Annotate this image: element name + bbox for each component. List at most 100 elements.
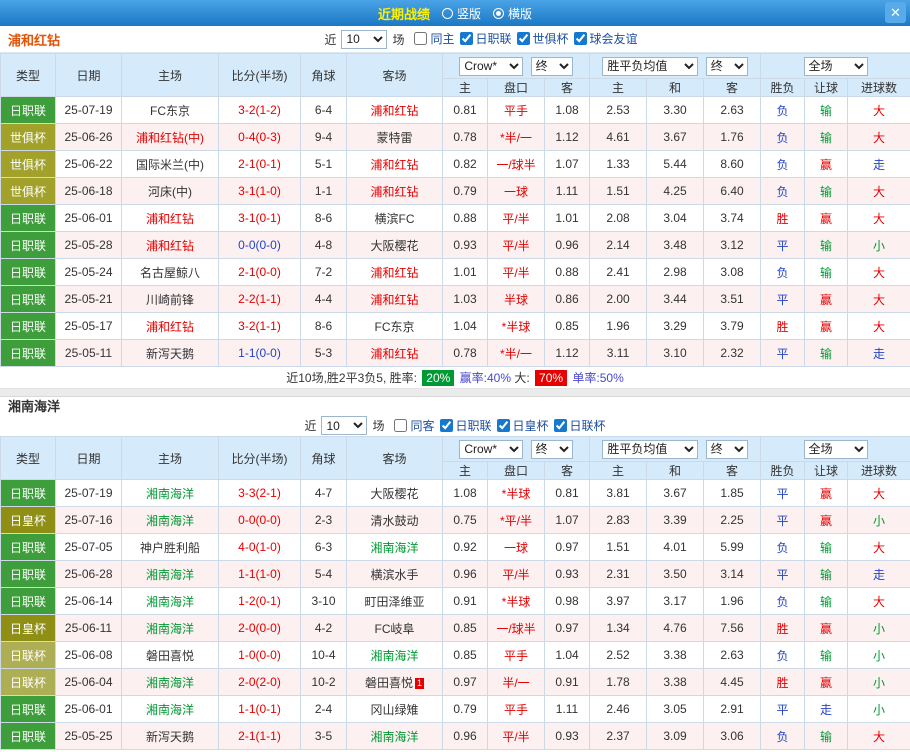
corners-cell: 4-7 <box>300 479 347 507</box>
match-row: 日职联 25-06-01 湘南海洋 1-1(0-1) 2-4 冈山绿雉 0.79 平手 1.11… <box>0 695 910 723</box>
checkbox-input[interactable] <box>573 32 587 45</box>
filter-checkbox[interactable]: 同主 <box>414 30 455 47</box>
match-date-cell: 25-06-08 <box>55 641 122 669</box>
filter-checkbox[interactable]: 同客 <box>394 417 435 434</box>
handicap-result-cell: 输 <box>804 587 849 615</box>
match-row: 日职联 25-05-25 新泻天鹅 2-1(1-1) 3-5 湘南海洋 0.96 平/半 0.9… <box>0 722 910 750</box>
match-scope-select[interactable]: 全场 <box>803 439 868 459</box>
score-cell: 3-2(1-1) <box>218 312 301 340</box>
col-score: 比分(半场) <box>218 53 301 97</box>
europe-home-odds-cell: 2.14 <box>589 231 648 259</box>
match-row: 日职联 25-07-19 FC东京 3-2(1-2) 6-4 浦和红钻 0.81 平手 1.08… <box>0 96 910 124</box>
filter-checkbox[interactable]: 日职联 <box>459 30 512 47</box>
asian-handicap-cell: 一球 <box>487 177 545 205</box>
asian-handicap-cell: 一/球半 <box>487 150 545 178</box>
europe-odds-type-select[interactable]: 胜平负均值 <box>602 439 699 459</box>
checkbox-input[interactable] <box>516 32 530 45</box>
filter-checkbox[interactable]: 球会友谊 <box>573 30 638 47</box>
result-cell: 负 <box>760 96 806 124</box>
europe-home-odds-cell: 4.61 <box>589 123 648 151</box>
europe-odds-time-select[interactable]: 终 <box>705 56 748 76</box>
games-label: 场 <box>372 419 385 433</box>
checkbox-label: 日皇杯 <box>512 418 549 433</box>
home-team-cell: 湘南海洋 <box>121 668 219 696</box>
europe-odds-group: 胜平负均值 终 <box>589 436 762 462</box>
dialog-title: 近期战绩 <box>377 6 430 22</box>
col-away: 客场 <box>346 436 443 480</box>
checkbox-input[interactable] <box>414 32 428 45</box>
asian-away-odds-cell: 0.85 <box>543 312 591 340</box>
home-team-cell: 湘南海洋 <box>121 695 219 723</box>
layout-radio-horizontal[interactable]: 横版 <box>493 5 532 22</box>
match-row: 日职联 25-06-14 湘南海洋 1-2(0-1) 3-10 町田泽维亚 0.91 *半球 0… <box>0 587 910 615</box>
away-team-cell: 浦和红钻 <box>346 258 443 286</box>
asian-home-odds-cell: 0.91 <box>442 587 488 615</box>
asian-handicap-cell: 一球 <box>487 533 545 561</box>
europe-home-odds-cell: 1.78 <box>589 668 648 696</box>
checkbox-input[interactable] <box>394 418 408 432</box>
asian-home-odds-cell: 0.88 <box>442 204 488 232</box>
match-date-cell: 25-06-22 <box>55 150 122 178</box>
europe-home-odds-cell: 1.51 <box>589 533 648 561</box>
handicap-result-cell: 赢 <box>804 614 849 642</box>
match-row: 世俱杯 25-06-26 浦和红钻(中) 0-4(0-3) 9-4 蒙特雷 0.78 *半/一… <box>0 123 910 151</box>
match-row: 日皇杯 25-06-11 湘南海洋 2-0(0-0) 4-2 FC岐阜 0.85 一/球半 0.… <box>0 614 910 642</box>
europe-away-odds-cell: 3.51 <box>703 285 762 313</box>
asian-home-odds-cell: 0.96 <box>442 722 488 750</box>
asian-away-odds-cell: 1.11 <box>543 695 591 723</box>
col-asian-handicap: 盘口 <box>487 78 545 97</box>
asian-handicap-cell: 平/半 <box>487 560 545 588</box>
bookmaker-select[interactable]: Crow* <box>459 56 524 76</box>
europe-home-odds-cell: 2.52 <box>589 641 648 669</box>
europe-odds-type-select[interactable]: 胜平负均值 <box>602 56 699 76</box>
checkbox-input[interactable] <box>459 32 473 45</box>
league-cell: 日联杯 <box>0 641 56 669</box>
match-count-select[interactable]: 10 <box>321 416 368 435</box>
asian-odds-time-select[interactable]: 终 <box>530 439 573 459</box>
checkbox-input[interactable] <box>496 418 510 432</box>
europe-draw-odds-cell: 3.48 <box>646 231 705 259</box>
asian-away-odds-cell: 0.93 <box>543 560 591 588</box>
col-corners: 角球 <box>300 53 347 97</box>
goals-result-cell: 小 <box>847 506 910 534</box>
filter-checkbox[interactable]: 日皇杯 <box>496 417 549 434</box>
filter-checkbox[interactable]: 世俱杯 <box>516 30 569 47</box>
handicap-result-cell: 输 <box>804 722 849 750</box>
col-europe-home: 主 <box>589 461 648 480</box>
europe-home-odds-cell: 2.83 <box>589 506 648 534</box>
filter-controls: 近 10 场 同主 日职联 世俱杯 球会友谊 <box>324 29 638 49</box>
europe-draw-odds-cell: 3.30 <box>646 96 705 124</box>
filter-checkbox[interactable]: 日联杯 <box>553 417 606 434</box>
checkbox-input[interactable] <box>553 418 567 432</box>
match-scope-select[interactable]: 全场 <box>803 56 868 76</box>
league-cell: 日联杯 <box>0 668 56 696</box>
away-team-cell: FC东京 <box>346 312 443 340</box>
summary-segment: 近10场,胜2平3负5, 胜率: <box>286 371 421 385</box>
close-icon[interactable]: ✕ <box>885 2 906 23</box>
asian-away-odds-cell: 0.91 <box>543 668 591 696</box>
europe-odds-time-select[interactable]: 终 <box>705 439 748 459</box>
match-count-select[interactable]: 10 <box>341 29 388 49</box>
layout-radio-vertical[interactable]: 竖版 <box>441 5 481 22</box>
match-row: 日职联 25-05-28 浦和红钻 0-0(0-0) 4-8 大阪樱花 0.93 平/半 0.9… <box>0 231 910 259</box>
score-cell: 1-1(0-0) <box>218 339 301 367</box>
summary-segment: 20% <box>422 370 455 386</box>
result-group: 全场 <box>760 436 910 462</box>
handicap-result-cell: 赢 <box>804 285 849 313</box>
home-team-cell: 浦和红钻 <box>121 312 219 340</box>
summary-segment: 单率:50% <box>569 371 624 385</box>
result-cell: 胜 <box>760 668 806 696</box>
checkbox-input[interactable] <box>439 418 453 432</box>
away-team-cell: 浦和红钻 <box>346 177 443 205</box>
league-cell: 日职联 <box>0 560 56 588</box>
handicap-result-cell: 赢 <box>804 312 849 340</box>
col-goals: 进球数 <box>847 461 910 480</box>
filter-checkbox[interactable]: 日职联 <box>439 417 492 434</box>
asian-odds-time-select[interactable]: 终 <box>530 56 573 76</box>
bookmaker-select[interactable]: Crow* <box>459 439 524 459</box>
home-team-cell: 川崎前锋 <box>121 285 219 313</box>
away-team-cell: 冈山绿雉 <box>346 695 443 723</box>
europe-home-odds-cell: 3.81 <box>589 479 648 507</box>
europe-home-odds-cell: 2.53 <box>589 96 648 124</box>
handicap-result-cell: 赢 <box>804 668 849 696</box>
